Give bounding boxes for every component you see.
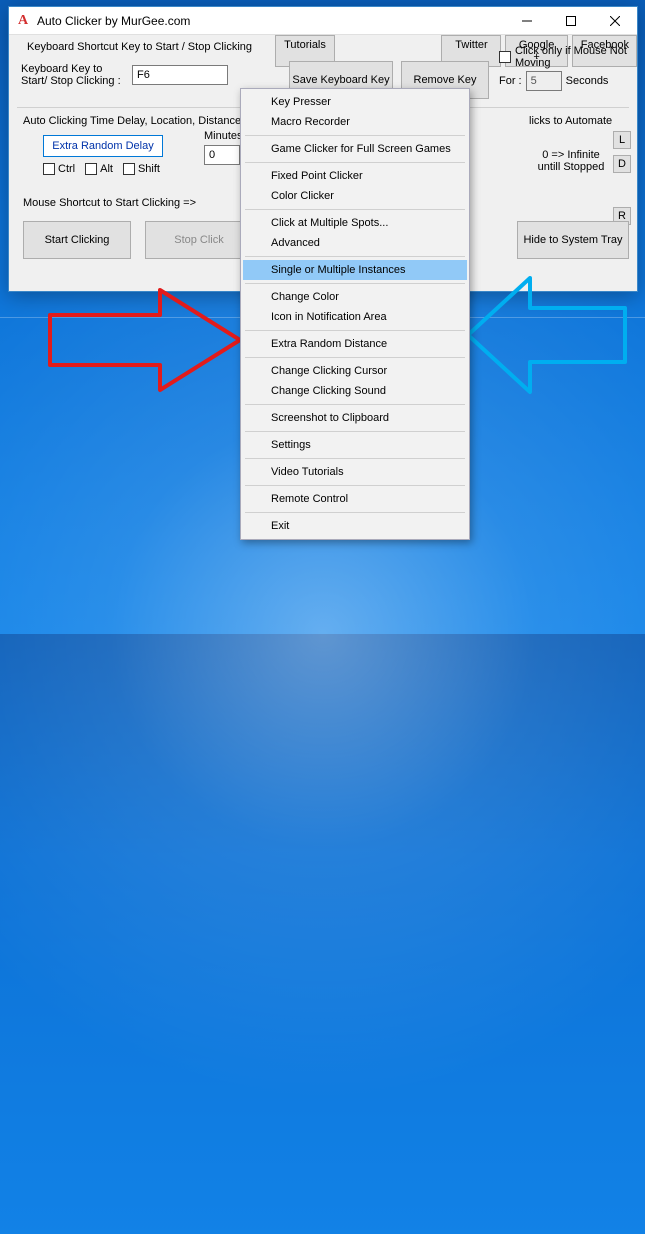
menu-item[interactable]: Change Color — [243, 287, 467, 307]
shortcut-key-label: Keyboard Key to Start/ Stop Clicking : — [21, 63, 126, 87]
shortcut-key-input[interactable] — [132, 65, 228, 85]
menu-separator — [245, 512, 465, 513]
menu-separator — [245, 485, 465, 486]
d-button[interactable]: D — [613, 155, 631, 173]
minimize-button[interactable] — [505, 7, 549, 35]
menu-separator — [245, 283, 465, 284]
modifier-row: Ctrl Alt Shift — [43, 163, 160, 175]
close-button[interactable] — [593, 7, 637, 35]
bottom-button-row: Start Clicking Stop Click — [23, 221, 253, 259]
menu-separator — [245, 330, 465, 331]
red-arrow-annotation — [40, 285, 245, 395]
minimize-icon — [522, 16, 532, 26]
client-area: Tutorials Twitter Google + Facebook Keyb… — [9, 35, 637, 39]
shortcut-section-label: Keyboard Shortcut Key to Start / Stop Cl… — [27, 41, 277, 53]
menu-separator — [245, 357, 465, 358]
alt-label: Alt — [100, 163, 113, 175]
menu-separator — [245, 404, 465, 405]
shift-label: Shift — [138, 163, 160, 175]
extra-random-delay-button[interactable]: Extra Random Delay — [43, 135, 163, 157]
stop-clicking-button[interactable]: Stop Click — [145, 221, 253, 259]
minutes-label: Minutes — [204, 130, 243, 142]
menu-item[interactable]: Color Clicker — [243, 186, 467, 206]
ctrl-label: Ctrl — [58, 163, 75, 175]
close-icon — [610, 16, 620, 26]
hide-to-tray-button[interactable]: Hide to System Tray — [517, 221, 629, 259]
menu-item[interactable]: Single or Multiple Instances — [243, 260, 467, 280]
menu-item[interactable]: Game Clicker for Full Screen Games — [243, 139, 467, 159]
menu-item[interactable]: Fixed Point Clicker — [243, 166, 467, 186]
mouse-shortcut-label: Mouse Shortcut to Start Clicking => — [23, 197, 196, 209]
menu-item[interactable]: Macro Recorder — [243, 112, 467, 132]
for-label: For : — [499, 75, 522, 87]
click-only-checkbox[interactable] — [499, 51, 511, 63]
menu-item[interactable]: Click at Multiple Spots... — [243, 213, 467, 233]
menu-item[interactable]: Remote Control — [243, 489, 467, 509]
seconds-label: Seconds — [566, 75, 609, 87]
menu-item[interactable]: Key Presser — [243, 92, 467, 112]
maximize-button[interactable] — [549, 7, 593, 35]
menu-item[interactable]: Change Clicking Sound — [243, 381, 467, 401]
menu-item[interactable]: Icon in Notification Area — [243, 307, 467, 327]
titlebar: A Auto Clicker by MurGee.com — [9, 7, 637, 35]
menu-separator — [245, 135, 465, 136]
click-only-label: Click only if Mouse Not Moving — [515, 45, 630, 69]
start-clicking-button[interactable]: Start Clicking — [23, 221, 131, 259]
menu-item[interactable]: Exit — [243, 516, 467, 536]
menu-item[interactable]: Change Clicking Cursor — [243, 361, 467, 381]
menu-item[interactable]: Extra Random Distance — [243, 334, 467, 354]
blue-arrow-annotation — [460, 270, 630, 400]
menu-separator — [245, 162, 465, 163]
menu-item[interactable]: Advanced — [243, 233, 467, 253]
menu-item[interactable]: Video Tutorials — [243, 462, 467, 482]
context-menu[interactable]: Key PresserMacro Recorder Game Clicker fo… — [240, 88, 470, 540]
minutes-input[interactable] — [204, 145, 240, 165]
menu-separator — [245, 458, 465, 459]
app-icon: A — [15, 13, 31, 29]
shortcut-key-row: Keyboard Key to Start/ Stop Clicking : — [21, 63, 228, 87]
seconds-input[interactable] — [526, 71, 562, 91]
clicks-note: 0 => Infinite untill Stopped — [533, 149, 609, 173]
menu-item[interactable]: Screenshot to Clipboard — [243, 408, 467, 428]
menu-separator — [245, 209, 465, 210]
ctrl-checkbox[interactable] — [43, 163, 55, 175]
maximize-icon — [566, 16, 576, 26]
l-button[interactable]: L — [613, 131, 631, 149]
clicks-to-automate-label: licks to Automate — [529, 115, 612, 127]
shift-checkbox[interactable] — [123, 163, 135, 175]
click-only-group: Click only if Mouse Not Moving For : Sec… — [499, 43, 639, 91]
menu-separator — [245, 431, 465, 432]
menu-item[interactable]: Settings — [243, 435, 467, 455]
window-title: Auto Clicker by MurGee.com — [37, 14, 505, 28]
menu-separator — [245, 256, 465, 257]
alt-checkbox[interactable] — [85, 163, 97, 175]
